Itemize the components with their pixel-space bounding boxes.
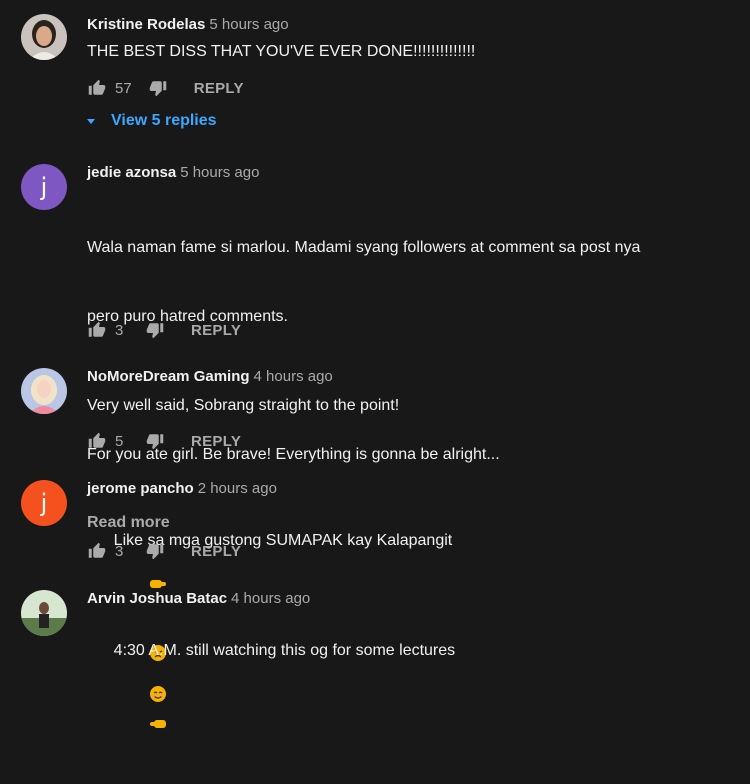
dislike-button[interactable]	[145, 541, 165, 561]
author-name[interactable]: jedie azonsa	[87, 164, 176, 181]
thumbs-up-icon	[88, 79, 106, 95]
comment-time[interactable]: 2 hours ago	[198, 480, 277, 497]
like-button[interactable]	[87, 78, 107, 98]
author-name[interactable]: NoMoreDream Gaming	[87, 368, 250, 385]
comment-text: THE BEST DISS THAT YOU'VE EVER DONE!!!!!…	[87, 43, 476, 60]
comment-time[interactable]: 4 hours ago	[231, 590, 310, 607]
thumbs-down-icon	[146, 323, 164, 339]
comment-content: Kristine Rodelas 5 hours ago THE BEST DIS…	[87, 14, 727, 63]
reply-button[interactable]: REPLY	[191, 543, 241, 560]
thumbs-up-icon	[88, 542, 106, 558]
avatar-letter: j	[40, 489, 48, 517]
like-count: 3	[115, 321, 124, 339]
comment-content: NoMoreDream Gaming 4 hours ago Very well …	[87, 366, 727, 417]
comment-header: NoMoreDream Gaming 4 hours ago	[87, 366, 727, 388]
reply-button[interactable]: REPLY	[194, 80, 244, 97]
comment-time[interactable]: 5 hours ago	[209, 16, 288, 33]
comment-actions: 5 REPLY	[87, 430, 241, 452]
avatar[interactable]	[21, 590, 67, 636]
comment-header: jedie azonsa 5 hours ago	[87, 162, 727, 184]
like-button[interactable]	[87, 431, 107, 451]
view-replies-button[interactable]: View 5 replies	[87, 110, 217, 132]
avatar[interactable]: j	[21, 480, 67, 526]
thumbs-down-icon	[146, 434, 164, 450]
avatar-letter: j	[40, 173, 48, 201]
avatar[interactable]: j	[21, 164, 67, 210]
comment-time[interactable]: 5 hours ago	[180, 164, 259, 181]
comment-header: Arvin Joshua Batac 4 hours ago	[87, 588, 727, 610]
like-count: 3	[115, 542, 124, 560]
comment-text: 4:30 A.M. still watching this og for som…	[87, 616, 727, 756]
comment-time[interactable]: 4 hours ago	[254, 368, 333, 385]
comment-header: jerome pancho 2 hours ago	[87, 478, 727, 500]
comment-text-line: Wala naman fame si marlou. Madami syang …	[87, 239, 641, 256]
author-name[interactable]: Kristine Rodelas	[87, 16, 205, 33]
comment-text-span: 4:30 A.M. still watching this og for som…	[113, 642, 456, 659]
comment-actions: 3 REPLY	[87, 319, 241, 341]
thumbs-up-icon	[88, 432, 106, 448]
comment-actions: 57 REPLY	[87, 77, 244, 99]
dislike-button[interactable]	[145, 431, 165, 451]
like-count: 5	[115, 432, 124, 450]
caret-down-icon	[87, 119, 95, 124]
reply-button[interactable]: REPLY	[191, 322, 241, 339]
comment-content: Arvin Joshua Batac 4 hours ago 4:30 A.M. …	[87, 588, 727, 756]
avatar[interactable]	[21, 368, 67, 414]
thumbs-down-icon	[146, 544, 164, 560]
like-button[interactable]	[87, 541, 107, 561]
smiling-face-emoji-icon	[114, 662, 168, 733]
dislike-button[interactable]	[145, 320, 165, 340]
author-name[interactable]: Arvin Joshua Batac	[87, 590, 227, 607]
comment-text: Wala naman fame si marlou. Madami syang …	[87, 190, 727, 512]
comment-actions: 3 REPLY	[87, 540, 241, 562]
like-button[interactable]	[87, 320, 107, 340]
author-name[interactable]: jerome pancho	[87, 480, 194, 497]
view-replies-label: View 5 replies	[111, 112, 217, 129]
comment-header: Kristine Rodelas 5 hours ago	[87, 14, 727, 36]
like-count: 57	[115, 79, 132, 97]
comment-text: Very well said, Sobrang straight to the …	[87, 397, 400, 414]
avatar[interactable]	[21, 14, 67, 60]
dislike-button[interactable]	[148, 78, 168, 98]
thumbs-up-icon	[88, 321, 106, 337]
thumbs-down-icon	[149, 81, 166, 97]
reply-button[interactable]: REPLY	[191, 433, 241, 450]
